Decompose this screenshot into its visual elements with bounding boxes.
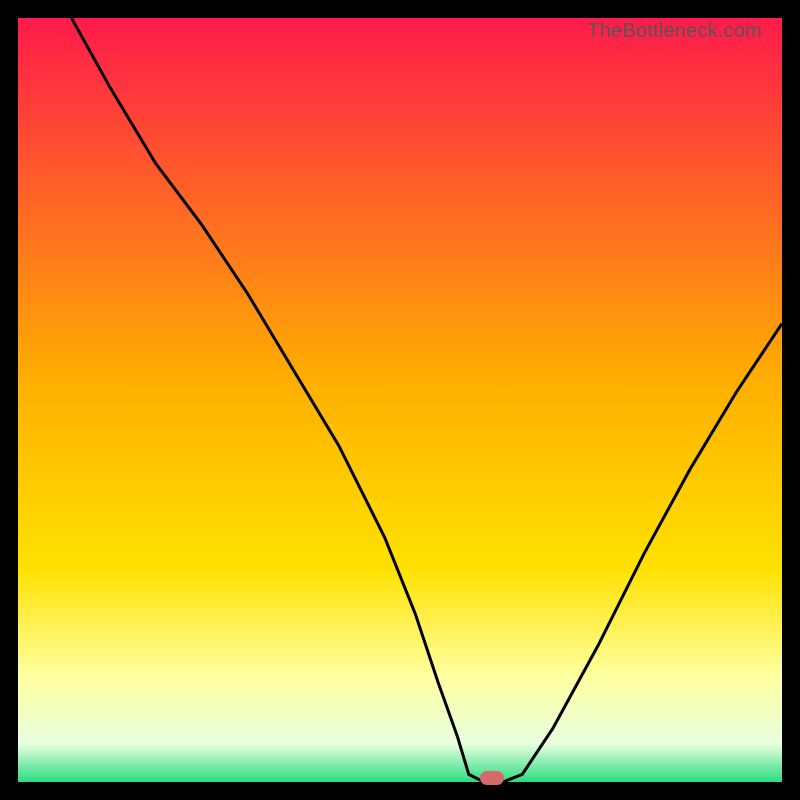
- watermark-text: TheBottleneck.com: [587, 20, 762, 43]
- optimal-point-marker: [480, 771, 504, 785]
- gradient-background: [18, 18, 782, 782]
- chart-frame: TheBottleneck.com: [18, 18, 782, 782]
- bottleneck-chart: [18, 18, 782, 782]
